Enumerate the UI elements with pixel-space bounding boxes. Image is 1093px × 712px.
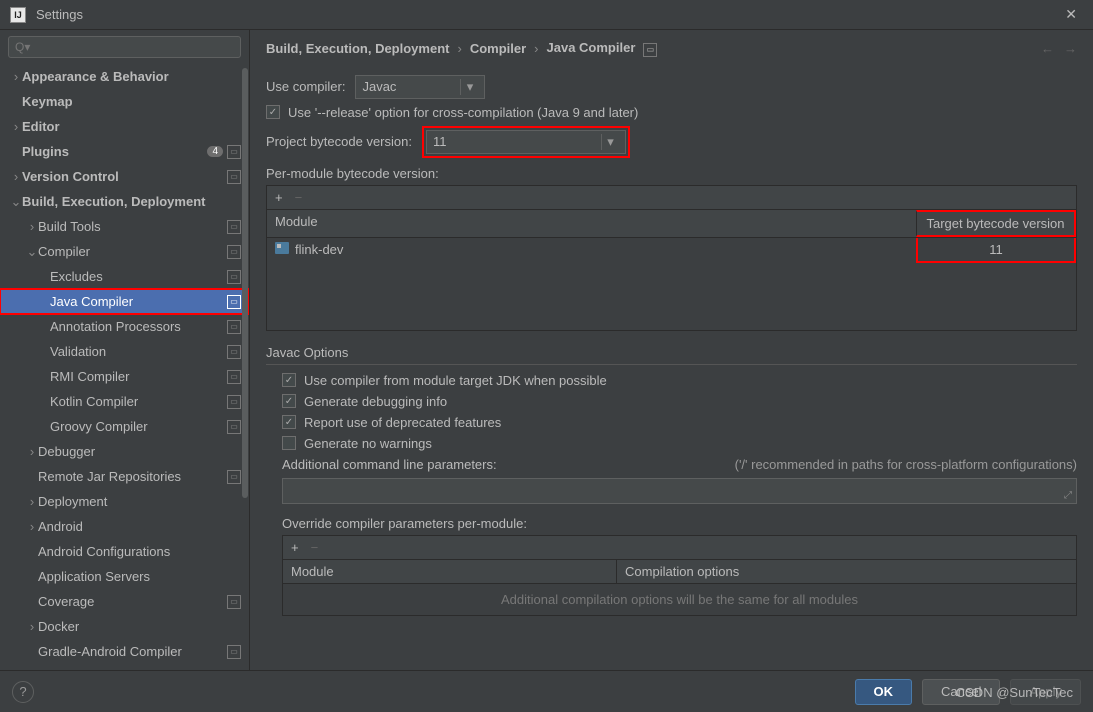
project-scope-icon: ▭ <box>227 645 241 659</box>
ok-button[interactable]: OK <box>855 679 913 705</box>
sidebar-item-version-control[interactable]: ›Version Control▭ <box>0 164 249 189</box>
col-module: Module <box>267 210 916 237</box>
breadcrumb: Build, Execution, Deployment › Compiler … <box>250 30 1093 61</box>
project-scope-icon: ▭ <box>227 420 241 434</box>
sidebar-item-keymap[interactable]: Keymap <box>0 89 249 114</box>
module-icon <box>275 242 289 254</box>
per-module-table: + − Module Target bytecode version flink… <box>266 185 1077 331</box>
project-scope-icon: ▭ <box>227 595 241 609</box>
add-icon[interactable]: + <box>275 190 283 205</box>
remove-icon[interactable]: − <box>311 540 319 555</box>
sidebar-item-validation[interactable]: Validation▭ <box>0 339 249 364</box>
app-icon: IJ <box>10 7 26 23</box>
sidebar-item-rmi[interactable]: RMI Compiler▭ <box>0 364 249 389</box>
javac-options-heading: Javac Options <box>266 345 1077 365</box>
sidebar-item-plugins[interactable]: Plugins4▭ <box>0 139 249 164</box>
sidebar-item-coverage[interactable]: Coverage▭ <box>0 589 249 614</box>
apply-button[interactable]: Apply <box>1010 679 1081 705</box>
project-scope-icon: ▭ <box>227 345 241 359</box>
sidebar-item-app-servers[interactable]: Application Servers <box>0 564 249 589</box>
sidebar-item-kotlin[interactable]: Kotlin Compiler▭ <box>0 389 249 414</box>
override-label: Override compiler parameters per-module: <box>266 516 1077 531</box>
cancel-button[interactable]: Cancel <box>922 679 1000 705</box>
search-input[interactable] <box>8 36 241 58</box>
crumb-bed[interactable]: Build, Execution, Deployment <box>266 41 449 56</box>
sidebar-item-annotation[interactable]: Annotation Processors▭ <box>0 314 249 339</box>
opt2-checkbox[interactable] <box>282 394 296 408</box>
sidebar-item-android[interactable]: ›Android <box>0 514 249 539</box>
chevron-down-icon: ▾ <box>460 79 478 95</box>
module-cell[interactable]: flink-dev <box>267 238 916 263</box>
col2-opts: Compilation options <box>616 560 1076 583</box>
plugins-badge: 4 <box>207 146 223 157</box>
highlight-box: 11 ▾ <box>422 126 630 158</box>
sidebar-item-groovy[interactable]: Groovy Compiler▭ <box>0 414 249 439</box>
sidebar-item-deployment[interactable]: ›Deployment <box>0 489 249 514</box>
sidebar-item-debugger[interactable]: ›Debugger <box>0 439 249 464</box>
project-scope-icon: ▭ <box>227 170 241 184</box>
use-compiler-select[interactable]: Javac ▾ <box>355 75 485 99</box>
project-scope-icon: ▭ <box>227 370 241 384</box>
opt1-checkbox[interactable] <box>282 373 296 387</box>
project-scope-icon: ▭ <box>227 295 241 309</box>
titlebar: IJ Settings ✕ <box>0 0 1093 30</box>
col2-module: Module <box>283 560 616 583</box>
override-table: + − Module Compilation options Additiona… <box>282 535 1077 616</box>
close-icon[interactable]: ✕ <box>1059 2 1083 27</box>
project-scope-icon: ▭ <box>227 270 241 284</box>
sidebar-item-android-conf[interactable]: Android Configurations <box>0 539 249 564</box>
sidebar-item-build-tools[interactable]: ›Build Tools▭ <box>0 214 249 239</box>
addl-params-hint: ('/' recommended in paths for cross-plat… <box>735 457 1077 472</box>
sidebar-item-compiler[interactable]: ⌄Compiler▭ <box>0 239 249 264</box>
release-option-label: Use '--release' option for cross-compila… <box>288 105 638 120</box>
opt4-checkbox[interactable] <box>282 436 296 450</box>
remove-icon[interactable]: − <box>295 190 303 205</box>
sidebar-item-excludes[interactable]: Excludes▭ <box>0 264 249 289</box>
sidebar-item-docker[interactable]: ›Docker <box>0 614 249 639</box>
dialog-footer: ? OK Cancel Apply <box>0 670 1093 712</box>
project-bytecode-label: Project bytecode version: <box>266 134 412 149</box>
target-bytecode-cell[interactable]: 11 <box>916 238 1076 263</box>
add-icon[interactable]: + <box>291 540 299 555</box>
project-scope-icon: ▭ <box>643 43 657 57</box>
opt3-checkbox[interactable] <box>282 415 296 429</box>
sidebar-item-bed[interactable]: ⌄Build, Execution, Deployment <box>0 189 249 214</box>
sidebar-item-gradle-android[interactable]: Gradle-Android Compiler▭ <box>0 639 249 664</box>
col-target: Target bytecode version <box>916 210 1076 237</box>
sidebar-item-remote-jar[interactable]: Remote Jar Repositories▭ <box>0 464 249 489</box>
project-scope-icon: ▭ <box>227 320 241 334</box>
project-scope-icon: ▭ <box>227 145 241 159</box>
per-module-label: Per-module bytecode version: <box>266 166 1077 181</box>
help-button[interactable]: ? <box>12 681 34 703</box>
expand-icon[interactable]: ⤢ <box>1064 490 1072 501</box>
release-option-checkbox[interactable] <box>266 105 280 119</box>
project-scope-icon: ▭ <box>227 395 241 409</box>
settings-tree: ›Appearance & Behavior Keymap ›Editor Pl… <box>0 64 249 670</box>
crumb-compiler[interactable]: Compiler <box>470 41 526 56</box>
project-scope-icon: ▭ <box>227 245 241 259</box>
chevron-down-icon: ▾ <box>601 134 619 150</box>
override-placeholder: Additional compilation options will be t… <box>283 584 1076 615</box>
window-title: Settings <box>36 7 1059 22</box>
crumb-java-compiler: Java Compiler▭ <box>547 40 658 57</box>
use-compiler-label: Use compiler: <box>266 79 345 94</box>
sidebar-item-appearance[interactable]: ›Appearance & Behavior <box>0 64 249 89</box>
main-panel: Build, Execution, Deployment › Compiler … <box>250 30 1093 670</box>
nav-back-icon[interactable]: ← <box>1041 41 1054 56</box>
project-bytecode-select[interactable]: 11 ▾ <box>426 130 626 154</box>
addl-params-label: Additional command line parameters: <box>282 457 497 472</box>
settings-sidebar: ›Appearance & Behavior Keymap ›Editor Pl… <box>0 30 250 670</box>
sidebar-item-editor[interactable]: ›Editor <box>0 114 249 139</box>
nav-forward-icon[interactable]: → <box>1064 41 1077 56</box>
addl-params-input[interactable]: ⤢ <box>282 478 1077 504</box>
project-scope-icon: ▭ <box>227 470 241 484</box>
project-scope-icon: ▭ <box>227 220 241 234</box>
sidebar-scrollbar[interactable] <box>242 68 248 498</box>
sidebar-item-java-compiler[interactable]: Java Compiler▭ <box>0 289 249 314</box>
